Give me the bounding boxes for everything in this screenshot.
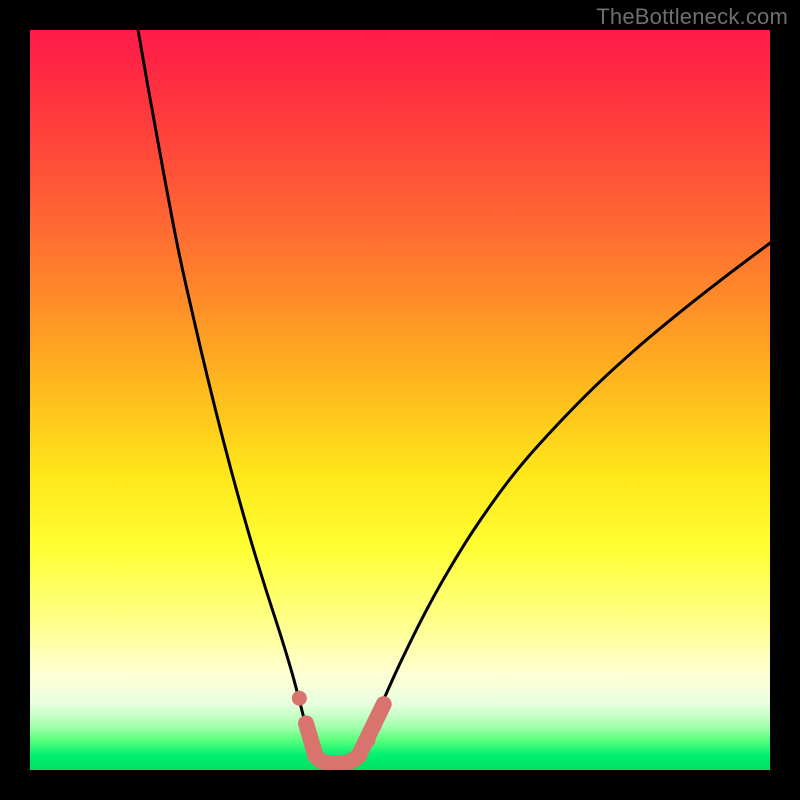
coral-dot-right-3 [374,702,389,717]
curve-layer [30,30,770,770]
coral-left-rise [306,723,316,756]
curve-group [138,30,770,764]
watermark-text: TheBottleneck.com [596,4,788,30]
left-branch-curve [138,30,315,755]
coral-dot-left [292,691,307,706]
coral-dot-right-2 [367,718,382,733]
right-branch-curve [359,243,770,755]
chart-frame: TheBottleneck.com [0,0,800,800]
plot-area [30,30,770,770]
coral-dot-right-1 [361,732,376,747]
